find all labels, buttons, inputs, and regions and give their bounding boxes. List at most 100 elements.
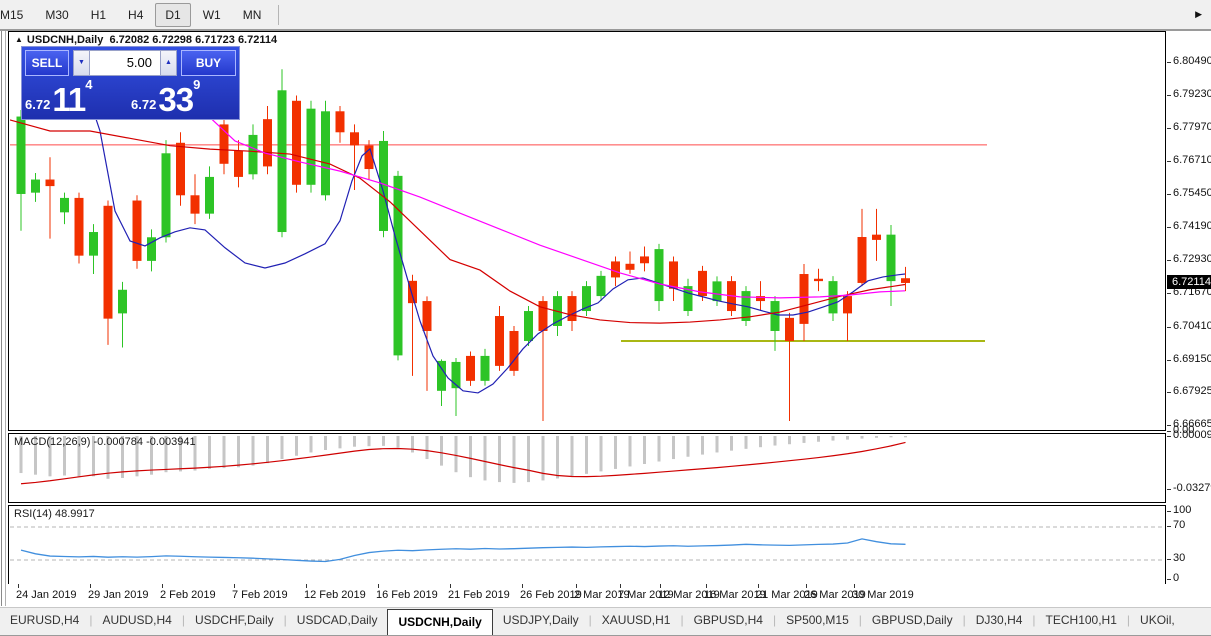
sell-price-sup: 4: [85, 79, 92, 91]
macd-histogram-bar: [672, 436, 675, 459]
candle-body: [640, 256, 649, 263]
candle-body: [713, 281, 722, 301]
one-click-collapse-icon[interactable]: ▲: [15, 35, 23, 44]
timeframe-button-m15[interactable]: M15: [0, 3, 33, 27]
price-axis-label-tick: [1167, 392, 1171, 393]
sell-price-big: 11: [52, 85, 85, 115]
rsi-indicator-panel[interactable]: RSI(14) 48.9917: [8, 505, 1166, 585]
macd-histogram-bar: [614, 436, 617, 469]
timeframe-toolbar: M15M30H1H4D1W1MN: [0, 0, 1211, 29]
price-axis-label: 6.67925: [1173, 385, 1211, 397]
chart-tab-xauusd-h1[interactable]: XAUUSD,H1: [592, 608, 681, 635]
candle-body: [611, 261, 620, 277]
chart-title: ▲USDCNH,Daily 6.72082 6.72298 6.71723 6.…: [15, 34, 277, 46]
date-tick: [18, 584, 19, 588]
current-price-tag: 6.72114: [1167, 275, 1211, 289]
candle-body: [568, 296, 577, 321]
price-axis-label: 6.69150: [1173, 353, 1211, 365]
chart-tab-tech100-h1[interactable]: TECH100,H1: [1036, 608, 1127, 635]
chart-tab-usdchf-daily[interactable]: USDCHF,Daily: [185, 608, 284, 635]
candle-body: [191, 195, 200, 213]
timeframe-button-h4[interactable]: H4: [118, 3, 153, 27]
ma-red-mid-line[interactable]: [10, 120, 905, 323]
macd-histogram-bar: [426, 436, 429, 459]
chart-tab-audusd-h4[interactable]: AUDUSD,H4: [92, 608, 181, 635]
price-chart-panel[interactable]: ▲USDCNH,Daily 6.72082 6.72298 6.71723 6.…: [8, 31, 1166, 431]
buy-price-sup: 9: [193, 79, 200, 91]
macd-indicator-panel[interactable]: MACD(12,26,9) -0.000784 -0.003941: [8, 433, 1166, 503]
rsi-chart: [9, 506, 1163, 582]
chart-tab-dj30-h4[interactable]: DJ30,H4: [966, 608, 1033, 635]
candle-body: [75, 198, 84, 256]
buy-price-big: 33: [158, 85, 193, 115]
candle-body: [104, 206, 113, 319]
chart-tab-ukoil-[interactable]: UKOil,: [1130, 608, 1185, 635]
candle-body: [176, 143, 185, 195]
buy-price-display[interactable]: 6.72 33 9: [131, 79, 236, 116]
chart-symbol-label: USDCNH,Daily: [27, 34, 103, 46]
chart-tab-usdcad-daily[interactable]: USDCAD,Daily: [287, 608, 388, 635]
macd-histogram-bar: [469, 436, 472, 477]
rsi-axis-label-tick: [1167, 579, 1171, 580]
timeframe-button-mn[interactable]: MN: [233, 3, 272, 27]
candle-body: [321, 111, 330, 195]
price-axis[interactable]: 6.804906.792306.779706.767106.754506.741…: [1167, 31, 1211, 606]
date-axis-label: 30 Mar 2019: [852, 589, 914, 601]
chart-tab-usdcnh-daily[interactable]: USDCNH,Daily: [387, 609, 492, 635]
candle-body: [162, 153, 171, 237]
macd-histogram-bar: [701, 436, 704, 455]
window-left-border: [1, 31, 2, 606]
candle-body: [814, 279, 823, 281]
sell-price-prefix: 6.72: [25, 95, 50, 115]
macd-histogram-bar: [281, 436, 284, 459]
price-axis-label-tick: [1167, 293, 1171, 294]
date-tick: [306, 584, 307, 588]
timeframe-button-d1[interactable]: D1: [155, 3, 190, 27]
window-left-border-inner: [5, 31, 6, 606]
candle-body: [858, 237, 867, 283]
price-axis-label: 6.79230: [1173, 88, 1211, 100]
volume-input[interactable]: 5.00: [90, 50, 160, 76]
candle-body: [394, 176, 403, 356]
macd-axis-label-tick: [1167, 431, 1171, 432]
date-axis-label: 12 Feb 2019: [304, 589, 366, 601]
date-axis-label: 2 Feb 2019: [160, 589, 216, 601]
timeframe-button-m30[interactable]: M30: [35, 3, 78, 27]
buy-button[interactable]: BUY: [181, 50, 236, 76]
date-axis-label: 7 Feb 2019: [232, 589, 288, 601]
macd-histogram-bar: [266, 436, 269, 463]
timeframe-button-w1[interactable]: W1: [193, 3, 231, 27]
rsi-axis-label: 100: [1173, 504, 1191, 516]
tab-scroll-right-button[interactable]: ▶: [1189, 8, 1208, 21]
macd-histogram-bar: [310, 436, 313, 452]
candle-body: [495, 316, 504, 366]
chart-tab-eurusd-h4[interactable]: EURUSD,H4: [0, 608, 89, 635]
timeframe-button-h1[interactable]: H1: [81, 3, 116, 27]
candle-body: [887, 235, 896, 281]
macd-histogram-bar: [223, 436, 226, 468]
date-tick: [234, 584, 235, 588]
date-axis[interactable]: 24 Jan 201929 Jan 20192 Feb 20197 Feb 20…: [8, 584, 1211, 606]
date-tick: [758, 584, 759, 588]
chart-tab-sp500-m15[interactable]: SP500,M15: [776, 608, 859, 635]
candle-body: [89, 232, 98, 256]
volume-increase-button[interactable]: ▲: [160, 50, 177, 76]
macd-axis-label-tick: [1167, 489, 1171, 490]
sell-price-display[interactable]: 6.72 11 4: [25, 79, 124, 116]
date-tick: [90, 584, 91, 588]
volume-decrease-button[interactable]: ▼: [73, 50, 90, 76]
date-tick: [450, 584, 451, 588]
price-axis-label: 6.75450: [1173, 187, 1211, 199]
macd-histogram-bar: [382, 436, 385, 446]
macd-histogram-bar: [295, 436, 298, 456]
chart-tab-usdjpy-daily[interactable]: USDJPY,Daily: [493, 608, 589, 635]
spinner-down-icon: ▼: [78, 59, 85, 66]
chart-tab-gbpusd-daily[interactable]: GBPUSD,Daily: [862, 608, 963, 635]
chart-tab-gbpusd-h4[interactable]: GBPUSD,H4: [684, 608, 773, 635]
date-tick: [806, 584, 807, 588]
sell-button[interactable]: SELL: [25, 50, 69, 76]
price-axis-label-tick: [1167, 260, 1171, 261]
macd-histogram-bar: [498, 436, 501, 482]
macd-histogram-bar: [745, 436, 748, 449]
candle-body: [205, 177, 214, 214]
